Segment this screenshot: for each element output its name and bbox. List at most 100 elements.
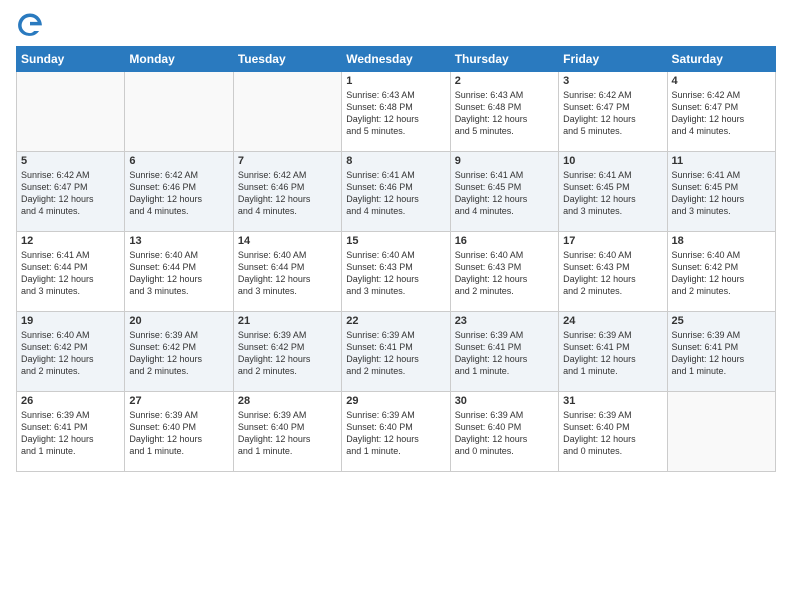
day-info: Sunrise: 6:42 AM Sunset: 6:46 PM Dayligh… [129, 169, 228, 218]
calendar-week-row: 19 Sunrise: 6:40 AM Sunset: 6:42 PM Dayli… [17, 312, 776, 392]
calendar-week-row: 1 Sunrise: 6:43 AM Sunset: 6:48 PM Daylig… [17, 72, 776, 152]
weekday-header-thursday: Thursday [450, 47, 558, 72]
day-info: Sunrise: 6:39 AM Sunset: 6:41 PM Dayligh… [346, 329, 445, 378]
day-number: 28 [238, 395, 337, 407]
day-info: Sunrise: 6:40 AM Sunset: 6:43 PM Dayligh… [455, 249, 554, 298]
day-info: Sunrise: 6:42 AM Sunset: 6:47 PM Dayligh… [563, 89, 662, 138]
calendar-empty-cell [667, 392, 775, 472]
calendar-day-22: 22 Sunrise: 6:39 AM Sunset: 6:41 PM Dayli… [342, 312, 450, 392]
calendar-day-31: 31Sunrise: 6:39 AM Sunset: 6:40 PM Dayli… [559, 392, 667, 472]
day-info: Sunrise: 6:40 AM Sunset: 6:42 PM Dayligh… [672, 249, 771, 298]
day-number: 16 [455, 235, 554, 247]
calendar-day-12: 12 Sunrise: 6:41 AM Sunset: 6:44 PM Dayli… [17, 232, 125, 312]
day-number: 29 [346, 395, 445, 407]
day-info: Sunrise: 6:39 AM Sunset: 6:40 PM Dayligh… [346, 409, 445, 458]
calendar-day-15: 15 Sunrise: 6:40 AM Sunset: 6:43 PM Dayli… [342, 232, 450, 312]
day-info: Sunrise: 6:39 AM Sunset: 6:42 PM Dayligh… [129, 329, 228, 378]
calendar-week-row: 5 Sunrise: 6:42 AM Sunset: 6:47 PM Daylig… [17, 152, 776, 232]
day-info: Sunrise: 6:41 AM Sunset: 6:46 PM Dayligh… [346, 169, 445, 218]
day-info: Sunrise: 6:41 AM Sunset: 6:44 PM Dayligh… [21, 249, 120, 298]
calendar-week-row: 26 Sunrise: 6:39 AM Sunset: 6:41 PM Dayli… [17, 392, 776, 472]
day-number: 8 [346, 155, 445, 167]
day-info: Sunrise: 6:40 AM Sunset: 6:43 PM Dayligh… [346, 249, 445, 298]
weekday-header-wednesday: Wednesday [342, 47, 450, 72]
day-info: Sunrise: 6:42 AM Sunset: 6:47 PM Dayligh… [21, 169, 120, 218]
day-number: 13 [129, 235, 228, 247]
day-info: Sunrise: 6:39 AM Sunset: 6:41 PM Dayligh… [455, 329, 554, 378]
day-number: 18 [672, 235, 771, 247]
day-number: 25 [672, 315, 771, 327]
calendar-day-21: 21Sunrise: 6:39 AM Sunset: 6:42 PM Dayli… [233, 312, 341, 392]
calendar-empty-cell [233, 72, 341, 152]
day-number: 7 [238, 155, 337, 167]
day-number: 11 [672, 155, 771, 167]
calendar-day-8: 8 Sunrise: 6:41 AM Sunset: 6:46 PM Daylig… [342, 152, 450, 232]
day-number: 1 [346, 75, 445, 87]
day-info: Sunrise: 6:40 AM Sunset: 6:44 PM Dayligh… [129, 249, 228, 298]
calendar-day-1: 1 Sunrise: 6:43 AM Sunset: 6:48 PM Daylig… [342, 72, 450, 152]
day-info: Sunrise: 6:41 AM Sunset: 6:45 PM Dayligh… [455, 169, 554, 218]
day-number: 27 [129, 395, 228, 407]
page: SundayMondayTuesdayWednesdayThursdayFrid… [0, 0, 792, 612]
calendar-day-6: 6 Sunrise: 6:42 AM Sunset: 6:46 PM Daylig… [125, 152, 233, 232]
day-info: Sunrise: 6:41 AM Sunset: 6:45 PM Dayligh… [563, 169, 662, 218]
day-number: 5 [21, 155, 120, 167]
day-info: Sunrise: 6:39 AM Sunset: 6:40 PM Dayligh… [563, 409, 662, 458]
day-number: 4 [672, 75, 771, 87]
weekday-header-row: SundayMondayTuesdayWednesdayThursdayFrid… [17, 47, 776, 72]
calendar-day-5: 5 Sunrise: 6:42 AM Sunset: 6:47 PM Daylig… [17, 152, 125, 232]
day-info: Sunrise: 6:39 AM Sunset: 6:40 PM Dayligh… [129, 409, 228, 458]
day-info: Sunrise: 6:40 AM Sunset: 6:42 PM Dayligh… [21, 329, 120, 378]
header [16, 10, 776, 38]
calendar-empty-cell [17, 72, 125, 152]
logo [16, 10, 48, 38]
day-info: Sunrise: 6:42 AM Sunset: 6:46 PM Dayligh… [238, 169, 337, 218]
calendar-day-24: 24Sunrise: 6:39 AM Sunset: 6:41 PM Dayli… [559, 312, 667, 392]
calendar-day-11: 11 Sunrise: 6:41 AM Sunset: 6:45 PM Dayli… [667, 152, 775, 232]
day-info: Sunrise: 6:39 AM Sunset: 6:41 PM Dayligh… [672, 329, 771, 378]
day-info: Sunrise: 6:39 AM Sunset: 6:40 PM Dayligh… [455, 409, 554, 458]
calendar-day-29: 29 Sunrise: 6:39 AM Sunset: 6:40 PM Dayli… [342, 392, 450, 472]
day-number: 12 [21, 235, 120, 247]
calendar-day-23: 23 Sunrise: 6:39 AM Sunset: 6:41 PM Dayli… [450, 312, 558, 392]
day-info: Sunrise: 6:39 AM Sunset: 6:41 PM Dayligh… [21, 409, 120, 458]
logo-icon [16, 10, 44, 38]
calendar-day-16: 16 Sunrise: 6:40 AM Sunset: 6:43 PM Dayli… [450, 232, 558, 312]
calendar-day-26: 26 Sunrise: 6:39 AM Sunset: 6:41 PM Dayli… [17, 392, 125, 472]
day-number: 15 [346, 235, 445, 247]
day-info: Sunrise: 6:42 AM Sunset: 6:47 PM Dayligh… [672, 89, 771, 138]
calendar-day-28: 28 Sunrise: 6:39 AM Sunset: 6:40 PM Dayli… [233, 392, 341, 472]
day-number: 26 [21, 395, 120, 407]
day-number: 6 [129, 155, 228, 167]
weekday-header-friday: Friday [559, 47, 667, 72]
day-info: Sunrise: 6:43 AM Sunset: 6:48 PM Dayligh… [346, 89, 445, 138]
day-info: Sunrise: 6:39 AM Sunset: 6:40 PM Dayligh… [238, 409, 337, 458]
calendar-day-3: 3Sunrise: 6:42 AM Sunset: 6:47 PM Daylig… [559, 72, 667, 152]
day-number: 14 [238, 235, 337, 247]
weekday-header-sunday: Sunday [17, 47, 125, 72]
calendar-day-17: 17 Sunrise: 6:40 AM Sunset: 6:43 PM Dayli… [559, 232, 667, 312]
day-info: Sunrise: 6:40 AM Sunset: 6:43 PM Dayligh… [563, 249, 662, 298]
calendar-day-25: 25 Sunrise: 6:39 AM Sunset: 6:41 PM Dayli… [667, 312, 775, 392]
day-number: 20 [129, 315, 228, 327]
day-number: 19 [21, 315, 120, 327]
calendar-day-14: 14 Sunrise: 6:40 AM Sunset: 6:44 PM Dayli… [233, 232, 341, 312]
calendar-day-13: 13 Sunrise: 6:40 AM Sunset: 6:44 PM Dayli… [125, 232, 233, 312]
day-info: Sunrise: 6:39 AM Sunset: 6:41 PM Dayligh… [563, 329, 662, 378]
calendar-day-19: 19 Sunrise: 6:40 AM Sunset: 6:42 PM Dayli… [17, 312, 125, 392]
weekday-header-saturday: Saturday [667, 47, 775, 72]
day-number: 23 [455, 315, 554, 327]
day-info: Sunrise: 6:40 AM Sunset: 6:44 PM Dayligh… [238, 249, 337, 298]
calendar-day-4: 4 Sunrise: 6:42 AM Sunset: 6:47 PM Daylig… [667, 72, 775, 152]
day-number: 22 [346, 315, 445, 327]
day-number: 21 [238, 315, 337, 327]
calendar-empty-cell [125, 72, 233, 152]
day-info: Sunrise: 6:41 AM Sunset: 6:45 PM Dayligh… [672, 169, 771, 218]
weekday-header-tuesday: Tuesday [233, 47, 341, 72]
calendar-day-9: 9Sunrise: 6:41 AM Sunset: 6:45 PM Daylig… [450, 152, 558, 232]
calendar-day-27: 27 Sunrise: 6:39 AM Sunset: 6:40 PM Dayli… [125, 392, 233, 472]
calendar-day-30: 30 Sunrise: 6:39 AM Sunset: 6:40 PM Dayli… [450, 392, 558, 472]
day-number: 30 [455, 395, 554, 407]
day-number: 2 [455, 75, 554, 87]
day-number: 17 [563, 235, 662, 247]
